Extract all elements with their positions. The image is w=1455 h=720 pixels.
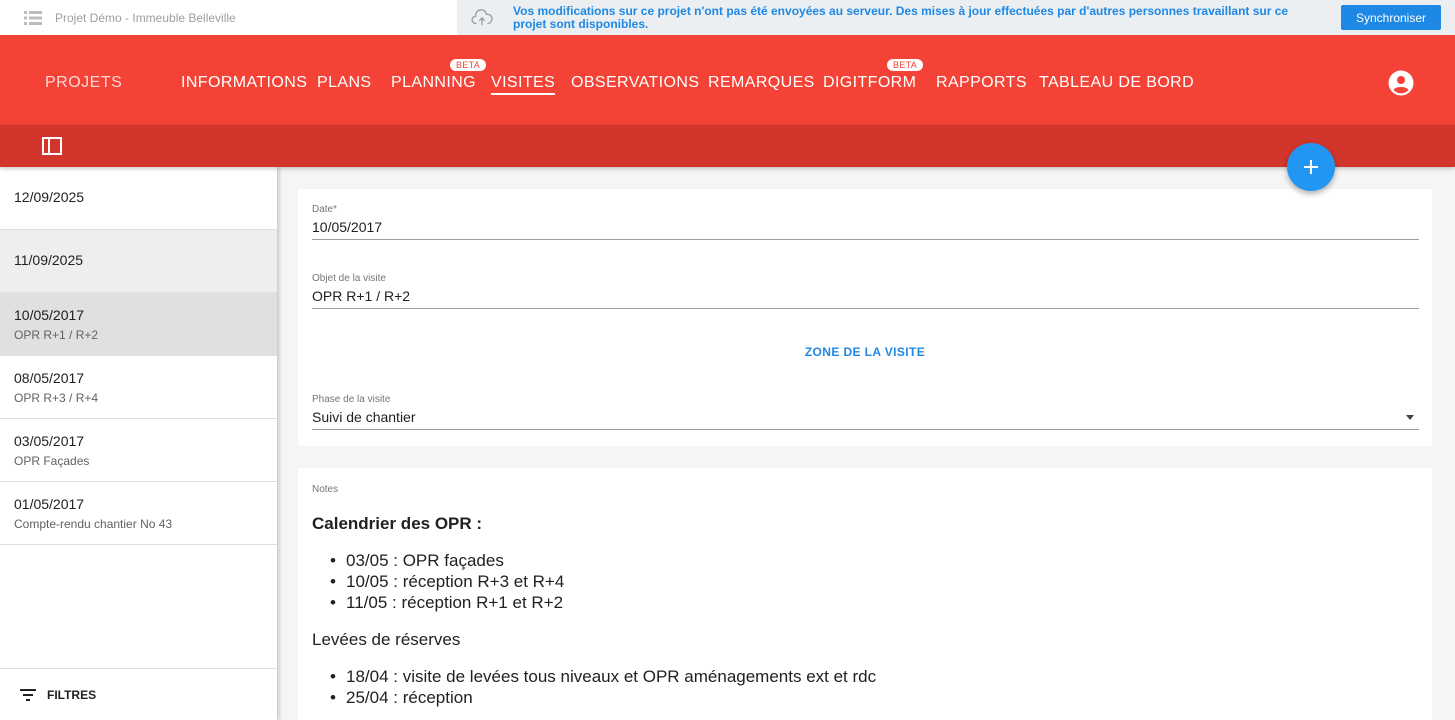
visit-date: 11/09/2025 (14, 252, 84, 268)
visit-list-item[interactable]: 08/05/2017 OPR R+3 / R+4 (0, 356, 277, 419)
main-nav: PROJETS INFORMATIONS PLANS BETA PLANNING… (0, 35, 1455, 125)
list-item: 11/05 : réception R+1 et R+2 (330, 592, 564, 613)
list-item: 10/05 : réception R+3 et R+4 (330, 571, 564, 592)
sync-message: Vos modifications sur ce projet n'ont pa… (513, 3, 1289, 31)
cloud-upload-icon (471, 8, 493, 25)
notes-card: Notes Calendrier des OPR : 03/05 : OPR f… (298, 468, 1432, 720)
sync-banner: Vos modifications sur ce projet n'ont pa… (457, 0, 1455, 35)
visit-date: 01/05/2017 (14, 496, 85, 512)
list-item: 18/04 : visite de levées tous niveaux et… (330, 666, 876, 687)
visit-list-item-selected[interactable]: 10/05/2017 OPR R+1 / R+2 (0, 293, 277, 356)
tab-digitform[interactable]: DIGITFORM (823, 74, 916, 92)
visit-list-item[interactable]: 12/09/2025 (0, 167, 277, 230)
visit-list-item[interactable]: 11/09/2025 (0, 230, 277, 293)
phase-value: Suivi de chantier (312, 409, 416, 425)
sidebar-toggle-icon[interactable] (42, 137, 62, 155)
tab-informations[interactable]: INFORMATIONS (181, 74, 307, 92)
tab-planning[interactable]: PLANNING (391, 74, 476, 92)
tab-plans[interactable]: PLANS (317, 74, 371, 92)
filter-icon (20, 688, 36, 701)
tab-remarques[interactable]: REMARQUES (708, 74, 815, 92)
add-visit-button[interactable] (1287, 143, 1335, 191)
toolbar (0, 125, 1455, 167)
notes-label: Notes (312, 484, 339, 495)
visit-date: 08/05/2017 (14, 370, 85, 386)
notes-heading[interactable]: Calendrier des OPR : (312, 514, 482, 534)
project-header: Projet Démo - Immeuble Belleville (0, 0, 457, 35)
list-icon[interactable] (24, 10, 42, 25)
tab-visites[interactable]: VISITES (491, 74, 556, 95)
account-circle-icon[interactable] (1388, 70, 1414, 96)
top-bar: Projet Démo - Immeuble Belleville Vos mo… (0, 0, 1455, 35)
object-label: Objet de la visite (312, 273, 386, 284)
filters-label: FILTRES (47, 687, 97, 702)
synchronize-button[interactable]: Synchroniser (1341, 5, 1441, 30)
phase-label: Phase de la visite (312, 394, 391, 405)
phase-select[interactable]: Suivi de chantier (312, 409, 1419, 430)
visit-date: 12/09/2025 (14, 189, 85, 205)
list-item: 25/04 : réception (330, 687, 876, 708)
date-field[interactable]: 10/05/2017 (312, 219, 1419, 240)
date-label: Date* (312, 204, 338, 215)
visit-object: OPR R+1 / R+2 (14, 328, 99, 342)
visit-object: OPR R+3 / R+4 (14, 391, 99, 405)
notes-list-opr[interactable]: 03/05 : OPR façades 10/05 : réception R+… (330, 550, 564, 613)
filters-button[interactable]: FILTRES (0, 668, 277, 720)
notes-paragraph[interactable]: Levées de réserves (312, 630, 460, 650)
visits-sidebar: 12/09/2025 11/09/2025 10/05/2017 OPR R+1… (0, 167, 277, 720)
list-item: 03/05 : OPR façades (330, 550, 564, 571)
notes-list-reserves[interactable]: 18/04 : visite de levées tous niveaux et… (330, 666, 876, 708)
beta-badge: BETA (450, 59, 487, 71)
beta-badge: BETA (887, 59, 924, 71)
visit-object: Compte-rendu chantier No 43 (14, 517, 173, 531)
plus-icon (1304, 160, 1318, 174)
visit-date: 03/05/2017 (14, 433, 85, 449)
visit-object: OPR Façades (14, 454, 90, 468)
object-field[interactable]: OPR R+1 / R+2 (312, 288, 1419, 309)
tab-rapports[interactable]: RAPPORTS (936, 74, 1027, 92)
nav-projets[interactable]: PROJETS (45, 74, 122, 92)
visit-date: 10/05/2017 (14, 307, 85, 323)
dropdown-arrow-icon (1406, 415, 1414, 420)
project-name: Projet Démo - Immeuble Belleville (55, 10, 236, 25)
tab-tableau-de-bord[interactable]: TABLEAU DE BORD (1039, 74, 1194, 92)
visit-list-item[interactable]: 01/05/2017 Compte-rendu chantier No 43 (0, 482, 277, 545)
visit-zone-button[interactable]: ZONE DE LA VISITE (298, 345, 1432, 359)
visit-list-item[interactable]: 03/05/2017 OPR Façades (0, 419, 277, 482)
tab-observations[interactable]: OBSERVATIONS (571, 74, 699, 92)
visit-details-card: Date* 10/05/2017 Objet de la visite OPR … (298, 189, 1432, 446)
